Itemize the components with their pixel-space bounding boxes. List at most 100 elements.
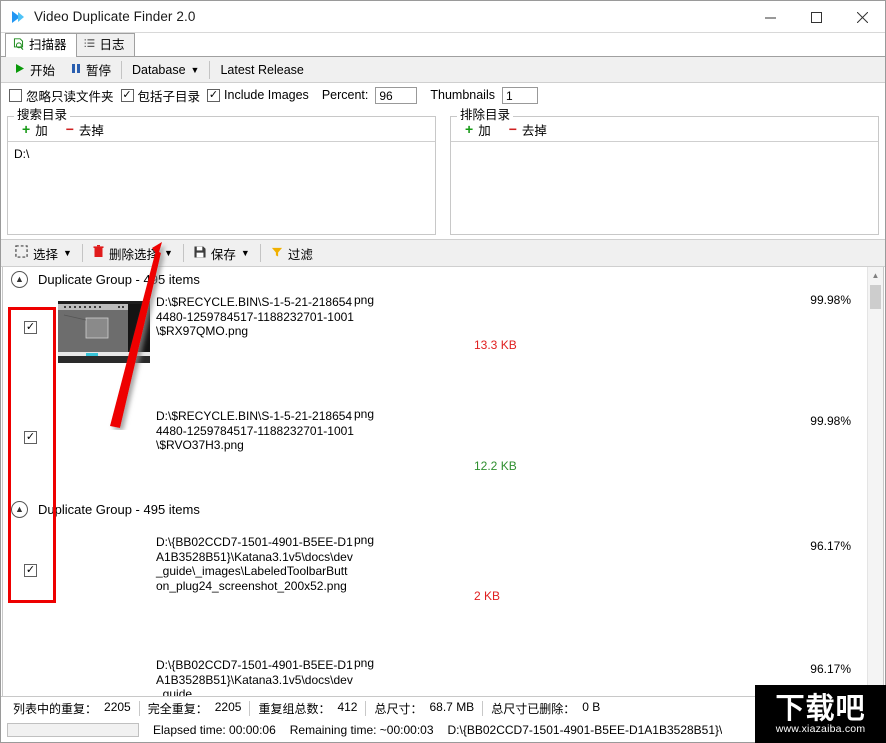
pause-button[interactable]: 暂停 bbox=[63, 58, 119, 82]
start-label: 开始 bbox=[30, 64, 56, 78]
latest-release-label: Latest Release bbox=[220, 62, 304, 77]
options-row: 忽略只读文件夹 ✓ 包括子目录 ✓ Include Images Percent… bbox=[1, 83, 885, 107]
row-type: png bbox=[354, 656, 375, 670]
thumbnails-input[interactable]: 1 bbox=[502, 86, 538, 104]
status-label: 完全重复： bbox=[147, 701, 208, 716]
results-vertical-scrollbar[interactable]: ▲ ▼ bbox=[867, 267, 883, 696]
row-path: D:\{BB02CCD7-1501-4901-B5EE-D1A1B3528B51… bbox=[156, 535, 353, 593]
minus-icon: − bbox=[508, 121, 517, 137]
row-percent: 99.98% bbox=[810, 414, 851, 428]
funnel-filter-icon bbox=[271, 246, 283, 261]
checkbox-include-images[interactable]: ✓ Include Images bbox=[207, 88, 309, 102]
database-menu[interactable]: Database ▼ bbox=[124, 58, 207, 82]
save-button[interactable]: 保存 ▼ bbox=[186, 241, 258, 265]
toolbar-separator bbox=[81, 244, 83, 262]
checkbox-ignore-readonly-box[interactable] bbox=[9, 88, 22, 102]
results-toolbar: 选择 ▼ 删除选择 ▼ 保存 ▼ 过滤 bbox=[1, 239, 885, 267]
exclude-dir-list[interactable] bbox=[451, 142, 878, 234]
status-value: 2205 bbox=[104, 699, 131, 714]
scroll-up-arrow-icon[interactable]: ▲ bbox=[868, 267, 883, 283]
status-exact-duplicates: 完全重复： 2205 bbox=[140, 700, 250, 717]
chevron-up-icon[interactable]: ▲ bbox=[11, 270, 28, 288]
tab-scanner-label: 扫描器 bbox=[29, 38, 67, 53]
search-dir-list[interactable]: D:\ bbox=[8, 142, 435, 234]
start-button[interactable]: 开始 bbox=[7, 58, 63, 82]
row-checkbox-cell: ✓ bbox=[3, 291, 58, 334]
row-checkbox-cell: ✓ bbox=[3, 521, 58, 577]
checkbox-include-subdirs[interactable]: ✓ 包括子目录 bbox=[120, 86, 200, 105]
status-label: 重复组总数： bbox=[258, 701, 331, 716]
status-counters-row: 列表中的重复： 2205 完全重复： 2205 重复组总数： 412 总尺寸： … bbox=[1, 697, 885, 719]
table-row[interactable]: ✓ D:\$RECYCLE.BIN\S-1-5-21-2186544480-12… bbox=[3, 399, 867, 497]
thumbnails-label: Thumbnails bbox=[430, 88, 495, 102]
status-size-deleted: 总尺寸已删除： 0 B bbox=[483, 700, 608, 717]
status-value: 68.7 MB bbox=[429, 699, 475, 714]
minimize-button[interactable] bbox=[747, 1, 793, 33]
row-size: 13.3 KB bbox=[474, 338, 517, 352]
row-type: png bbox=[354, 293, 375, 307]
duplicate-group-header-label: Duplicate Group - 495 items bbox=[38, 501, 200, 517]
checkbox-ignore-readonly-label: 忽略只读文件夹 bbox=[26, 89, 114, 104]
percent-input[interactable]: 96 bbox=[375, 86, 418, 104]
status-label: 总尺寸： bbox=[374, 701, 423, 716]
checkbox-include-subdirs-box[interactable]: ✓ bbox=[120, 88, 134, 102]
window-title: Video Duplicate Finder 2.0 bbox=[34, 9, 196, 24]
row-checkbox[interactable]: ✓ bbox=[24, 321, 37, 334]
row-path: D:\$RECYCLE.BIN\S-1-5-21-2186544480-1259… bbox=[156, 409, 354, 452]
plus-icon: + bbox=[465, 121, 474, 137]
chevron-down-icon: ▼ bbox=[163, 248, 173, 258]
database-label: Database bbox=[132, 62, 186, 77]
table-row[interactable]: ✓ D:\$RECYCLE.BIN\S-1-5-21-2186544480-12… bbox=[3, 291, 867, 399]
filter-button[interactable]: 过滤 bbox=[263, 241, 321, 265]
row-type: png bbox=[354, 407, 375, 421]
table-row[interactable]: ✓ D:\{BB02CCD7-1501-4901-B5EE-D1A1B3528B… bbox=[3, 521, 867, 646]
row-size: 2 KB bbox=[474, 589, 501, 603]
main-toolbar: 开始 暂停 Database ▼ Latest Release bbox=[1, 57, 885, 83]
exclude-dir-add-label: 加 bbox=[478, 123, 491, 138]
tab-log-label: 日志 bbox=[99, 37, 125, 52]
exclude-dir-toolbar: + 加 − 去掉 bbox=[451, 117, 878, 142]
close-button[interactable] bbox=[839, 1, 885, 33]
tab-strip: 扫描器 日志 bbox=[1, 33, 885, 57]
row-size bbox=[474, 646, 624, 648]
plus-icon: + bbox=[22, 121, 31, 137]
status-value: 2205 bbox=[214, 699, 242, 714]
trash-icon bbox=[93, 245, 104, 261]
duplicate-group-header[interactable]: ▲ Duplicate Group - 495 items bbox=[3, 267, 867, 291]
delete-selection-button[interactable]: 删除选择 ▼ bbox=[85, 241, 181, 265]
toolbar-separator bbox=[121, 60, 123, 79]
select-button[interactable]: 选择 ▼ bbox=[7, 241, 80, 265]
scrollbar-thumb[interactable] bbox=[870, 285, 881, 309]
thumbnail-image bbox=[58, 301, 150, 363]
toolbar-separator bbox=[259, 244, 261, 262]
checkbox-ignore-readonly[interactable]: 忽略只读文件夹 bbox=[9, 86, 114, 105]
status-value: 0 B bbox=[582, 699, 601, 714]
remaining-time: Remaining time: ~00:00:03 bbox=[289, 723, 434, 737]
status-total-size: 总尺寸： 68.7 MB bbox=[366, 700, 482, 717]
select-label: 选择 bbox=[33, 247, 59, 262]
row-checkbox[interactable]: ✓ bbox=[24, 431, 37, 444]
row-size: 12.2 KB bbox=[474, 459, 517, 473]
row-thumbnail-cell bbox=[58, 291, 156, 363]
row-thumbnail-cell bbox=[58, 646, 156, 648]
tab-log[interactable]: 日志 bbox=[75, 33, 135, 56]
list-item[interactable]: D:\ bbox=[12, 146, 435, 162]
row-path: D:\$RECYCLE.BIN\S-1-5-21-2186544480-1259… bbox=[156, 295, 354, 338]
progress-bar bbox=[7, 723, 139, 737]
checkbox-include-images-box[interactable]: ✓ bbox=[207, 88, 221, 102]
save-label: 保存 bbox=[210, 247, 236, 262]
chevron-down-icon: ▼ bbox=[63, 248, 72, 258]
results-list[interactable]: ▲ Duplicate Group - 495 items ✓ D:\$RECY… bbox=[3, 267, 867, 696]
row-checkbox[interactable]: ✓ bbox=[24, 564, 37, 577]
status-time-info: Elapsed time: 00:00:06 Remaining time: ~… bbox=[153, 723, 722, 737]
latest-release-button[interactable]: Latest Release bbox=[212, 58, 311, 82]
row-thumbnail-cell bbox=[58, 399, 156, 401]
tab-scanner[interactable]: 扫描器 bbox=[5, 33, 77, 57]
table-row[interactable]: D:\{BB02CCD7-1501-4901-B5EE-D1A1B3528B51… bbox=[3, 646, 867, 696]
directory-panels: 搜索目录 + 加 − 去掉 D:\ 排除目录 + 加 − 去掉 bbox=[1, 107, 885, 235]
exclude-dir-remove-label: 去掉 bbox=[521, 123, 547, 138]
maximize-button[interactable] bbox=[793, 1, 839, 33]
duplicate-group-header[interactable]: ▲ Duplicate Group - 495 items bbox=[3, 497, 867, 521]
pause-icon bbox=[71, 63, 81, 77]
chevron-up-icon[interactable]: ▲ bbox=[11, 500, 28, 518]
